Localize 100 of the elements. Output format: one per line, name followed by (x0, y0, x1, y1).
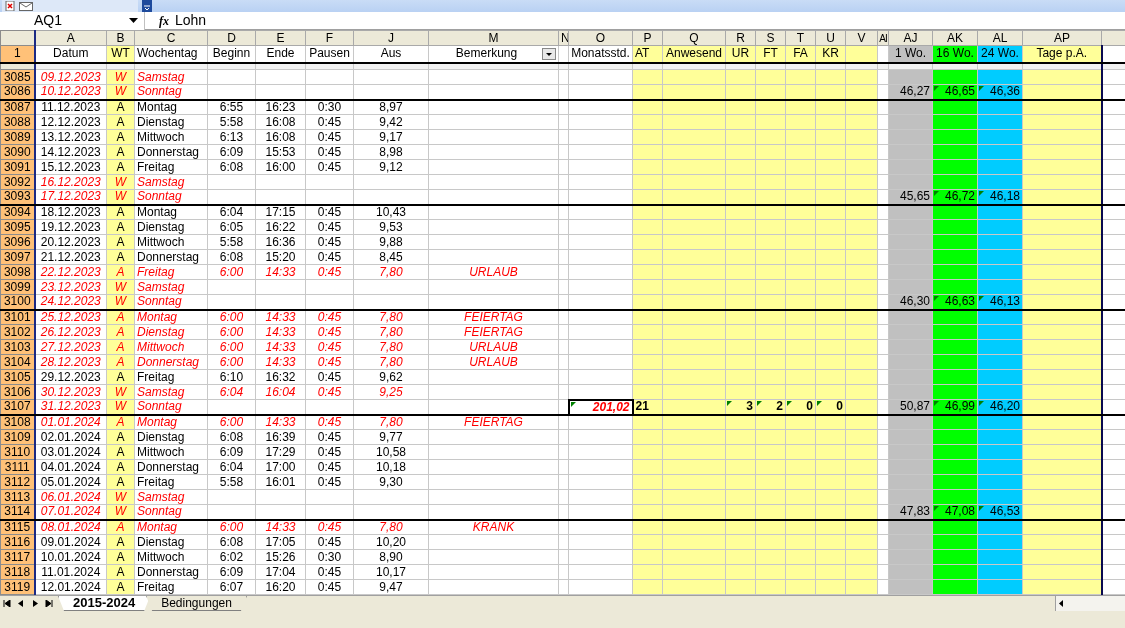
table-cell: Dienstag (134, 114, 208, 130)
table-cell: 50,87 (899, 400, 930, 413)
table-cell: 0:45 (305, 159, 354, 175)
column-header[interactable]: AJ (888, 30, 933, 46)
table-cell: 6:08 (207, 534, 256, 550)
column-header[interactable]: F (305, 30, 354, 46)
table-cell: 17.12.2023 (34, 189, 107, 205)
table-cell: Dienstag (134, 219, 208, 235)
column-header[interactable]: U (815, 30, 846, 46)
table-cell: 46,72 (944, 190, 975, 203)
table-cell: Samstag (134, 279, 208, 295)
table-cell: Freitag (134, 159, 208, 175)
table-cell: 01.01.2024 (34, 414, 107, 430)
table-cell: 30.12.2023 (34, 384, 107, 400)
table-cell: 6:09 (207, 444, 256, 460)
table-cell: 6:02 (207, 549, 256, 565)
column-header[interactable]: E (255, 30, 306, 46)
table-cell: 16:08 (255, 129, 306, 145)
column-header[interactable]: J (353, 30, 429, 46)
table-cell: Samstag (134, 489, 208, 505)
sheet-tab[interactable]: Bedingungen (146, 596, 247, 611)
column-header[interactable]: R (725, 30, 756, 46)
table-cell: 16:08 (255, 114, 306, 130)
column-header[interactable]: C (134, 30, 208, 46)
table-cell: Montag (134, 309, 208, 325)
table-cell: 16:20 (255, 579, 306, 595)
column-header[interactable]: Q (662, 30, 726, 46)
column-header[interactable]: M (428, 30, 559, 46)
horizontal-scrollbar[interactable] (1055, 596, 1125, 611)
table-cell: 8,97 (353, 99, 429, 115)
column-header[interactable]: A (34, 30, 107, 46)
last-arrow-icon (45, 600, 53, 607)
table-cell: 09.12.2023 (34, 69, 107, 85)
column-header[interactable]: D (207, 30, 256, 46)
table-cell: 11.12.2023 (34, 99, 107, 115)
cell-reference: AQ1 (34, 11, 62, 30)
table-cell: Mittwoch (134, 549, 208, 565)
table-cell: URLAUB (428, 264, 559, 280)
formula-field[interactable]: Lohn (175, 10, 207, 31)
filter-button[interactable] (542, 48, 556, 61)
table-cell: 16:00 (255, 159, 306, 175)
table-cell: 8,98 (353, 144, 429, 160)
table-cell: 14.12.2023 (34, 144, 107, 160)
table-cell: 6:00 (207, 324, 256, 340)
table-cell: 9,25 (353, 384, 429, 400)
table-cell: 0:45 (305, 264, 354, 280)
table-cell: 9,47 (353, 579, 429, 595)
table-cell: 03.01.2024 (34, 444, 107, 460)
column-header[interactable]: T (785, 30, 816, 46)
table-cell: Samstag (134, 69, 208, 85)
table-cell: 6:00 (207, 264, 256, 280)
table-cell: 0:45 (305, 369, 354, 385)
table-cell: 7,80 (353, 324, 429, 340)
table-cell: 28.12.2023 (34, 354, 107, 370)
table-cell: Samstag (134, 174, 208, 190)
table-cell: 16:32 (255, 369, 306, 385)
dropdown-caret-icon[interactable] (129, 18, 138, 23)
table-cell: 16.12.2023 (34, 174, 107, 190)
table-cell: 0:30 (305, 99, 354, 115)
table-cell: 6:08 (207, 159, 256, 175)
table-cell: 6:07 (207, 579, 256, 595)
table-cell: 10,43 (353, 204, 429, 220)
table-cell: 46,18 (989, 190, 1020, 203)
column-header[interactable]: B (106, 30, 135, 46)
table-cell: 9,30 (353, 474, 429, 490)
column-header[interactable]: O (568, 30, 633, 46)
table-cell: 9,88 (353, 234, 429, 250)
table-cell: 5:58 (207, 114, 256, 130)
column-header[interactable]: AI (877, 30, 889, 46)
column-header[interactable]: S (755, 30, 786, 46)
table-cell: 2 (776, 400, 783, 413)
table-cell: 0:45 (305, 444, 354, 460)
function-label[interactable]: fx (159, 11, 169, 30)
document-icon[interactable] (5, 1, 15, 11)
column-header[interactable]: V (845, 30, 878, 46)
table-cell: KRANK (428, 519, 559, 535)
right-arrow-icon (32, 600, 38, 607)
table-cell: URLAUB (428, 354, 559, 370)
table-cell: 46,65 (944, 85, 975, 98)
first-arrow-icon (3, 600, 11, 607)
table-cell: 7,80 (353, 354, 429, 370)
table-cell: 14:33 (255, 354, 306, 370)
table-cell: 6:04 (207, 204, 256, 220)
column-header[interactable]: AL (977, 30, 1023, 46)
table-cell: 10,17 (353, 564, 429, 580)
column-header[interactable]: AP (1022, 30, 1102, 46)
column-header[interactable]: P (632, 30, 663, 46)
column-header[interactable]: AK (932, 30, 978, 46)
table-cell: 27.12.2023 (34, 339, 107, 355)
table-cell: 15.12.2023 (34, 159, 107, 175)
table-cell: 0:45 (305, 429, 354, 445)
table-cell: 9,12 (353, 159, 429, 175)
table-cell: 0:45 (305, 579, 354, 595)
table-cell: 0:45 (305, 564, 354, 580)
table-cell: 13.12.2023 (34, 129, 107, 145)
left-arrow-icon (18, 600, 24, 607)
table-cell: Sonntag (134, 84, 208, 100)
table-cell: 46,13 (989, 295, 1020, 308)
envelope-icon[interactable] (19, 1, 33, 11)
table-cell: Sonntag (134, 504, 208, 520)
